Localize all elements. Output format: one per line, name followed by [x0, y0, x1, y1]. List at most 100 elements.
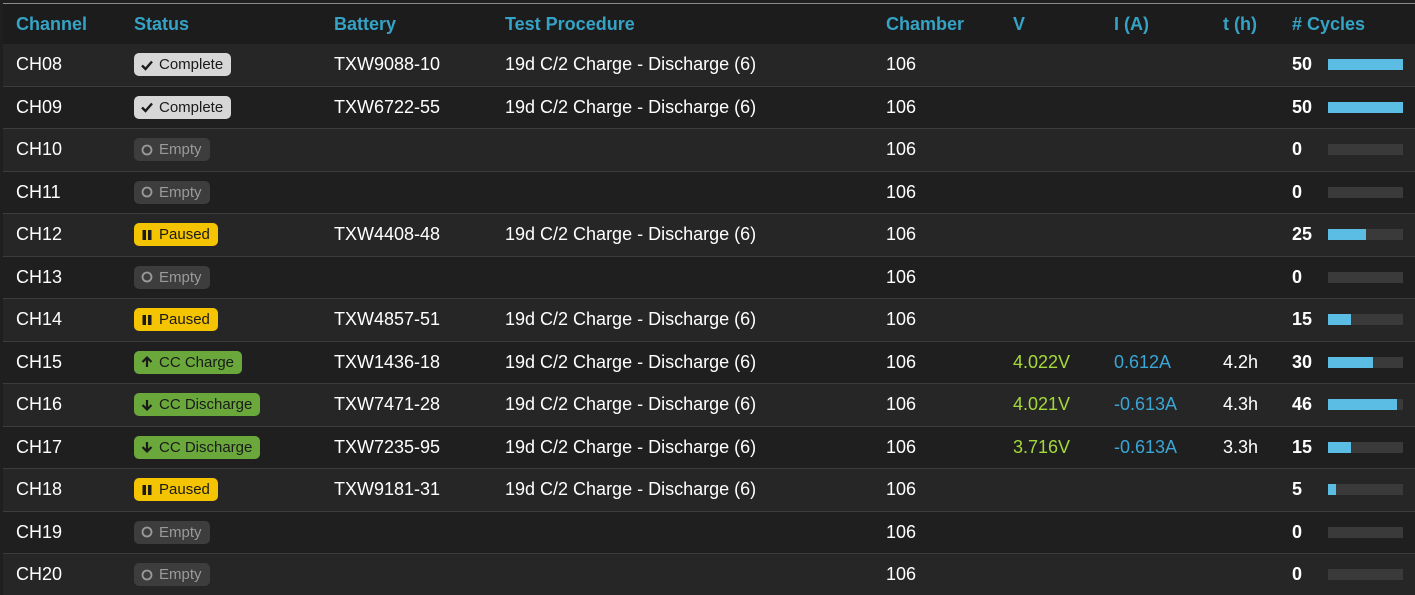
cycles-progress-bar: [1328, 101, 1403, 113]
cycles-count: 25: [1292, 224, 1313, 245]
cycles-count: 0: [1292, 564, 1303, 585]
cycles-progress-bar: [1328, 441, 1403, 453]
channel-cell: CH10: [16, 139, 63, 160]
status-badge: Empty: [134, 180, 210, 204]
battery-cell: TXW4857-51: [334, 309, 441, 330]
cycles-progress-fill: [1328, 229, 1366, 241]
cycles-count: 46: [1292, 394, 1313, 415]
chamber-cell: 106: [886, 521, 917, 542]
procedure-cell: 19d C/2 Charge - Discharge (6): [505, 479, 757, 500]
check-icon: [140, 58, 154, 72]
procedure-cell: 19d C/2 Charge - Discharge (6): [505, 351, 757, 372]
status-label: Paused: [159, 481, 210, 499]
status-cell: Paused: [134, 469, 218, 511]
channel-cell: CH12: [16, 224, 63, 245]
table-row[interactable]: CH09 Complete TXW6722-55 19d C/2 Charge - D…: [3, 86, 1415, 129]
cycles-progress-fill: [1328, 399, 1397, 411]
cycles-cell: 25: [1292, 214, 1403, 256]
table-row[interactable]: CH08 Complete TXW9088-10 19d C/2 Charge - D…: [3, 44, 1415, 87]
status-badge: Complete: [134, 53, 232, 77]
status-label: Paused: [159, 311, 210, 329]
status-cell: CC Discharge: [134, 427, 261, 469]
status-label: Complete: [159, 56, 224, 74]
pause-icon: [140, 483, 154, 497]
table-row[interactable]: CH10 Empty 106 0: [3, 129, 1415, 172]
time-cell: 4.3h: [1223, 394, 1259, 415]
status-label: Empty: [159, 268, 202, 286]
status-cell: Empty: [134, 172, 210, 214]
table-row[interactable]: CH15 CC Charge TXW1436-18 19d C/2 Charge - …: [3, 341, 1415, 384]
channel-cell: CH17: [16, 436, 63, 457]
battery-cell: TXW7471-28: [334, 394, 441, 415]
status-label: Paused: [159, 226, 210, 244]
time-cell: 4.2h: [1223, 351, 1259, 372]
circle-icon: [140, 270, 154, 284]
cycles-cell: 50: [1292, 44, 1403, 86]
battery-cell: TXW7235-95: [334, 436, 441, 457]
status-badge: Empty: [134, 265, 210, 289]
cycles-cell: 0: [1292, 512, 1403, 554]
chamber-cell: 106: [886, 181, 917, 202]
column-header-time[interactable]: t (h): [1223, 4, 1257, 44]
column-header-current[interactable]: I (A): [1114, 4, 1149, 44]
chamber-cell: 106: [886, 351, 917, 372]
cycles-progress-bar: [1328, 356, 1403, 368]
table-row[interactable]: CH16 CC Discharge TXW7471-28 19d C/2 Charge…: [3, 384, 1415, 427]
cycles-cell: 15: [1292, 299, 1403, 341]
cycles-cell: 46: [1292, 384, 1403, 426]
column-header-channel[interactable]: Channel: [16, 4, 87, 44]
channel-cell: CH16: [16, 394, 63, 415]
table-row[interactable]: CH14 Paused TXW4857-51 19d C/2 Charge - Dis…: [3, 299, 1415, 342]
current-cell: -0.613A: [1114, 436, 1178, 457]
time-cell: 3.3h: [1223, 436, 1259, 457]
table-row[interactable]: CH12 Paused TXW4408-48 19d C/2 Charge - Dis…: [3, 214, 1415, 257]
column-header-chamber[interactable]: Chamber: [886, 4, 964, 44]
arrow-up-icon: [140, 355, 154, 369]
status-cell: Empty: [134, 257, 210, 299]
status-label: Empty: [159, 141, 202, 159]
battery-cell: TXW1436-18: [334, 351, 441, 372]
cycles-progress-bar: [1328, 399, 1403, 411]
chamber-cell: 106: [886, 436, 917, 457]
circle-icon: [140, 185, 154, 199]
column-header-status[interactable]: Status: [134, 4, 189, 44]
cycles-progress-fill: [1328, 441, 1351, 453]
voltage-cell: 4.021V: [1013, 394, 1071, 415]
status-cell: Complete: [134, 44, 232, 86]
circle-icon: [140, 525, 154, 539]
chamber-cell: 106: [886, 394, 917, 415]
cycles-cell: 0: [1292, 554, 1403, 595]
cycles-count: 50: [1292, 96, 1313, 117]
battery-cell: TXW9181-31: [334, 479, 441, 500]
column-header-cycles[interactable]: # Cycles: [1292, 4, 1365, 44]
cycles-progress-fill: [1328, 101, 1403, 113]
cycles-count: 30: [1292, 351, 1313, 372]
column-header-procedure[interactable]: Test Procedure: [505, 4, 635, 44]
status-badge: Paused: [134, 223, 218, 247]
voltage-cell: 3.716V: [1013, 436, 1071, 457]
arrow-down-icon: [140, 440, 154, 454]
status-badge: Empty: [134, 138, 210, 162]
status-badge: Paused: [134, 308, 218, 332]
circle-icon: [140, 568, 154, 582]
battery-cell: TXW9088-10: [334, 54, 441, 75]
table-row[interactable]: CH19 Empty 106 0: [3, 511, 1415, 554]
table-row[interactable]: CH17 CC Discharge TXW7235-95 19d C/2 Charge…: [3, 426, 1415, 469]
chamber-cell: 106: [886, 266, 917, 287]
cycles-cell: 0: [1292, 129, 1403, 171]
cycles-progress-bar: [1328, 271, 1403, 283]
current-cell: -0.613A: [1114, 394, 1178, 415]
voltage-cell: 4.022V: [1013, 351, 1071, 372]
procedure-cell: 19d C/2 Charge - Discharge (6): [505, 436, 757, 457]
table-row[interactable]: CH13 Empty 106 0: [3, 256, 1415, 299]
table-row[interactable]: CH20 Empty 106 0: [3, 554, 1415, 595]
column-header-voltage[interactable]: V: [1013, 4, 1025, 44]
cycles-count: 5: [1292, 479, 1303, 500]
status-label: Empty: [159, 183, 202, 201]
column-header-battery[interactable]: Battery: [334, 4, 396, 44]
cycles-progress-fill: [1328, 314, 1351, 326]
status-label: Empty: [159, 566, 202, 584]
table-row[interactable]: CH18 Paused TXW9181-31 19d C/2 Charge - Dis…: [3, 469, 1415, 512]
table-row[interactable]: CH11 Empty 106 0: [3, 171, 1415, 214]
cycles-cell: 50: [1292, 87, 1403, 129]
